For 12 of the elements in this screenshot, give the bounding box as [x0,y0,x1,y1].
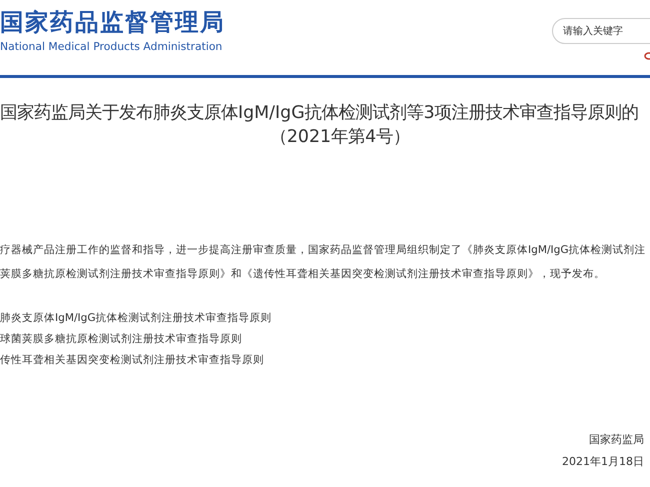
search-field[interactable]: 请输入关键字 [552,18,650,44]
paragraph-line: 荚膜多糖抗原检测试剂注册技术审查指导原则》和《遗传性耳聋相关基因突变检测试剂注册技术审查指导原则》，现予发布。 [0,267,606,282]
issue-date: 2021年1月18日 [562,454,644,470]
issuer-signature: 国家药监局 [589,432,644,448]
attachment-title: 肺炎支原体IgM/IgG抗体检测试剂注册技术审查指导原则 [0,311,273,326]
attachment-title: 传性耳聋相关基因突变检测试剂注册技术审查指导原则 [0,353,265,368]
logo-subtitle: National Medical Products Administration [0,39,224,55]
paragraph-line: 疗器械产品注册工作的监督和指导，进一步提高注册审查质量，国家药品监督管理局组织制定了《肺炎支原体IgM/IgG抗体检测试剂注 [0,243,647,258]
attachment-title: 球菌荚膜多糖抗原检测试剂注册技术审查指导原则 [0,332,243,347]
article-title: 国家药监局关于发布肺炎支原体IgM/IgG抗体检测试剂等3项注册技术审查指导原则的 [0,102,640,125]
logo-title: 国家药品监督管理局 [0,7,225,38]
document-number: （2021年第4号） [268,126,412,149]
